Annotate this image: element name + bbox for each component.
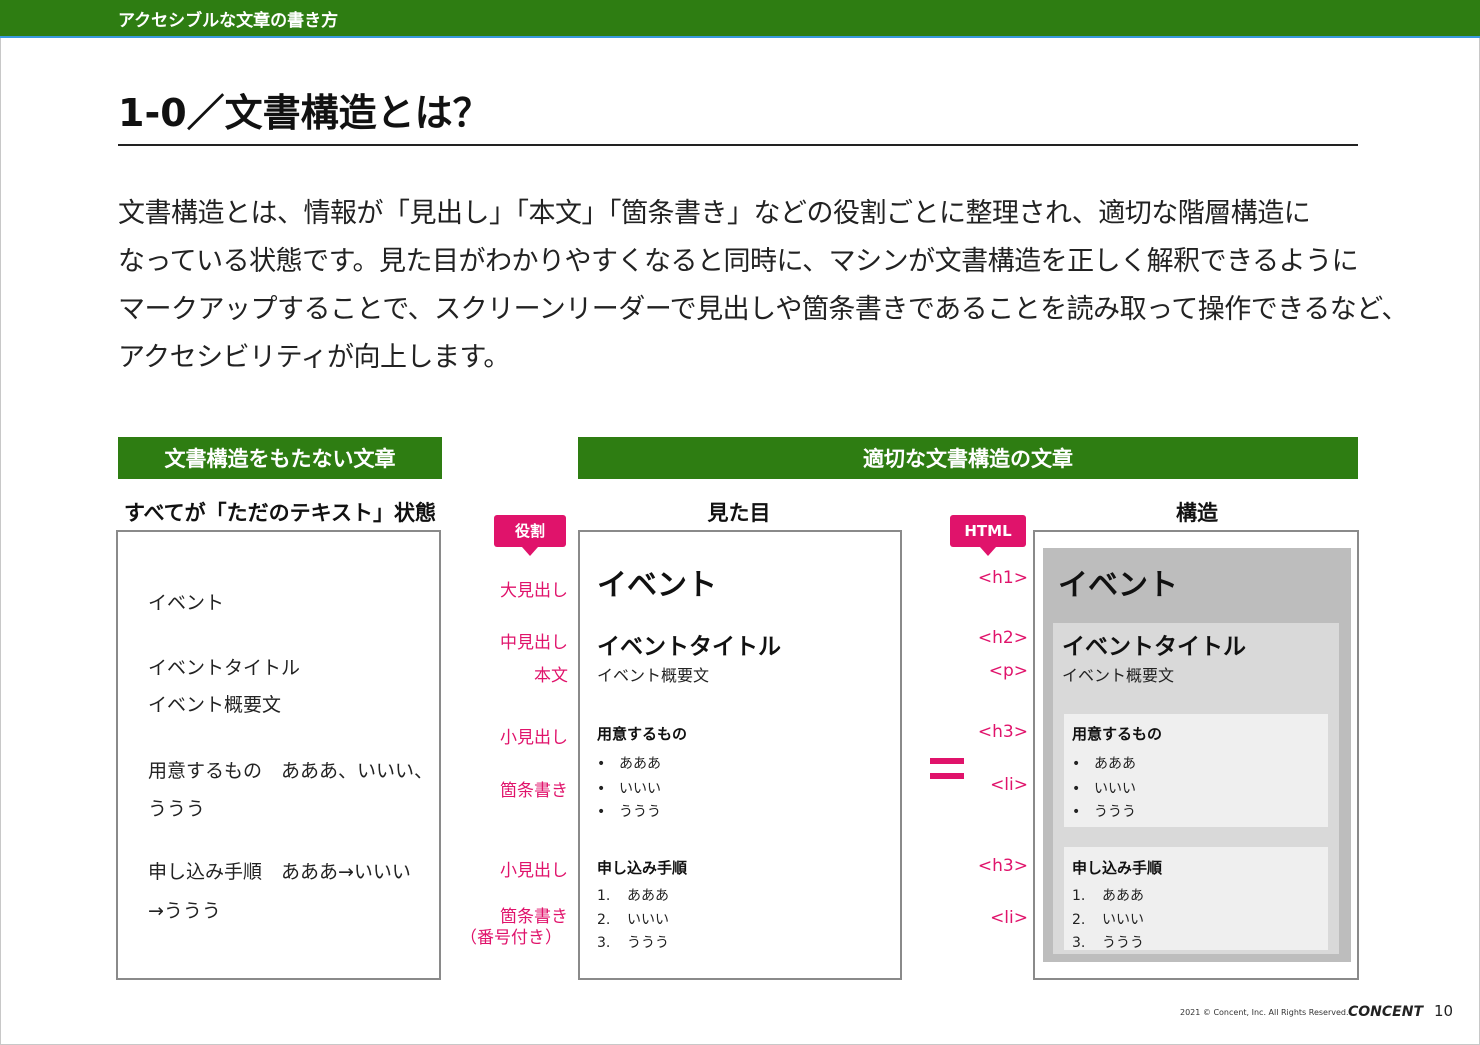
structure-list-item: • ううう [1072,804,1136,820]
right-group-heading: 適切な文書構造の文章 [578,437,1358,479]
structure-list-item: • いいい [1072,781,1136,797]
structure-h2: イベントタイトル [1062,634,1246,660]
plain-line: イベントタイトル [148,657,301,679]
role-tag: 役割 [494,515,566,556]
html-label-h1: <h1> [977,568,1028,588]
structure-h3: 申し込み手順 [1072,859,1163,877]
left-subheading: すべてが「ただのテキスト」状態 [123,501,437,525]
visual-ordered-item: 1. あああ [597,888,669,904]
visual-list-item: • あああ [597,756,661,772]
role-label-list: 箇条書き [500,781,568,801]
copyright-notice: 2021 © Concent, Inc. All Rights Reserved… [1180,1008,1349,1017]
plain-line: 申し込み手順 あああ→いいい [148,861,411,883]
visual-h2: イベントタイトル [597,634,781,660]
html-label-p: <p> [988,661,1028,681]
html-label-h2: <h2> [977,628,1028,648]
intro-line: 文書構造とは、情報が「見出し」「本文」「箇条書き」などの役割ごとに整理され、適切… [118,198,1311,229]
visual-ordered-item: 3. ううう [597,935,669,951]
html-label-li: <li> [990,775,1028,795]
section-header-bar: アクセシブルな文章の書き方 [0,0,1480,38]
left-group-heading: 文書構造をもたない文章 [118,437,442,479]
visual-h3: 申し込み手順 [597,859,688,877]
structure-ordered-item: 3. ううう [1072,935,1144,951]
visual-paragraph: イベント概要文 [597,666,710,685]
visual-list-item: • ううう [597,804,661,820]
role-label-h3: 小見出し [500,728,568,748]
visual-ordered-item: 2. いいい [597,912,669,928]
structure-h1: イベント [1058,568,1178,603]
plain-line: ううう [148,798,206,820]
structure-h3: 用意するもの [1072,725,1163,743]
intro-paragraph: 文書構造とは、情報が「見出し」「本文」「箇条書き」などの役割ごとに整理され、適切… [118,190,1408,382]
structure-column-heading: 構造 [1176,501,1218,525]
brand-logo: CONCENT [1348,1004,1423,1020]
look-column-heading: 見た目 [707,501,771,525]
html-label-h3: <h3> [977,856,1028,876]
plain-line: 用意するもの あああ、いいい、 [148,760,434,782]
role-label-h2: 中見出し [500,633,568,653]
visual-h3: 用意するもの [597,725,688,743]
html-tag: HTML [950,515,1026,556]
role-label-p: 本文 [534,666,568,686]
structure-ordered-item: 2. いいい [1072,912,1144,928]
section-title: アクセシブルな文章の書き方 [118,11,339,31]
role-label-ordered-list-note: （番号付き） [460,928,562,948]
plain-line: イベント概要文 [148,694,282,716]
plain-line: イベント [148,592,225,614]
structure-paragraph: イベント概要文 [1062,666,1175,685]
intro-line: アクセシビリティが向上します。 [118,342,510,373]
page-number: 10 [1434,1002,1454,1020]
structure-ordered-item: 1. あああ [1072,888,1144,904]
role-label-h1: 大見出し [500,581,568,601]
html-label-li: <li> [990,908,1028,928]
structure-list-item: • あああ [1072,756,1136,772]
page-title: 1-0／文書構造とは？ [118,91,491,135]
html-label-h3: <h3> [977,722,1028,742]
intro-line: なっている状態です。見た目がわかりやすくなると同時に、マシンが文書構造を正しく解… [118,246,1359,277]
intro-line: マークアップすることで、スクリーンリーダーで見出しや箇条書きであることを読み取っ… [118,294,1408,325]
visual-h1: イベント [597,568,717,603]
plain-line: →ううう [148,900,221,922]
visual-list-item: • いいい [597,781,661,797]
role-label-h3: 小見出し [500,861,568,881]
title-divider [118,144,1358,146]
